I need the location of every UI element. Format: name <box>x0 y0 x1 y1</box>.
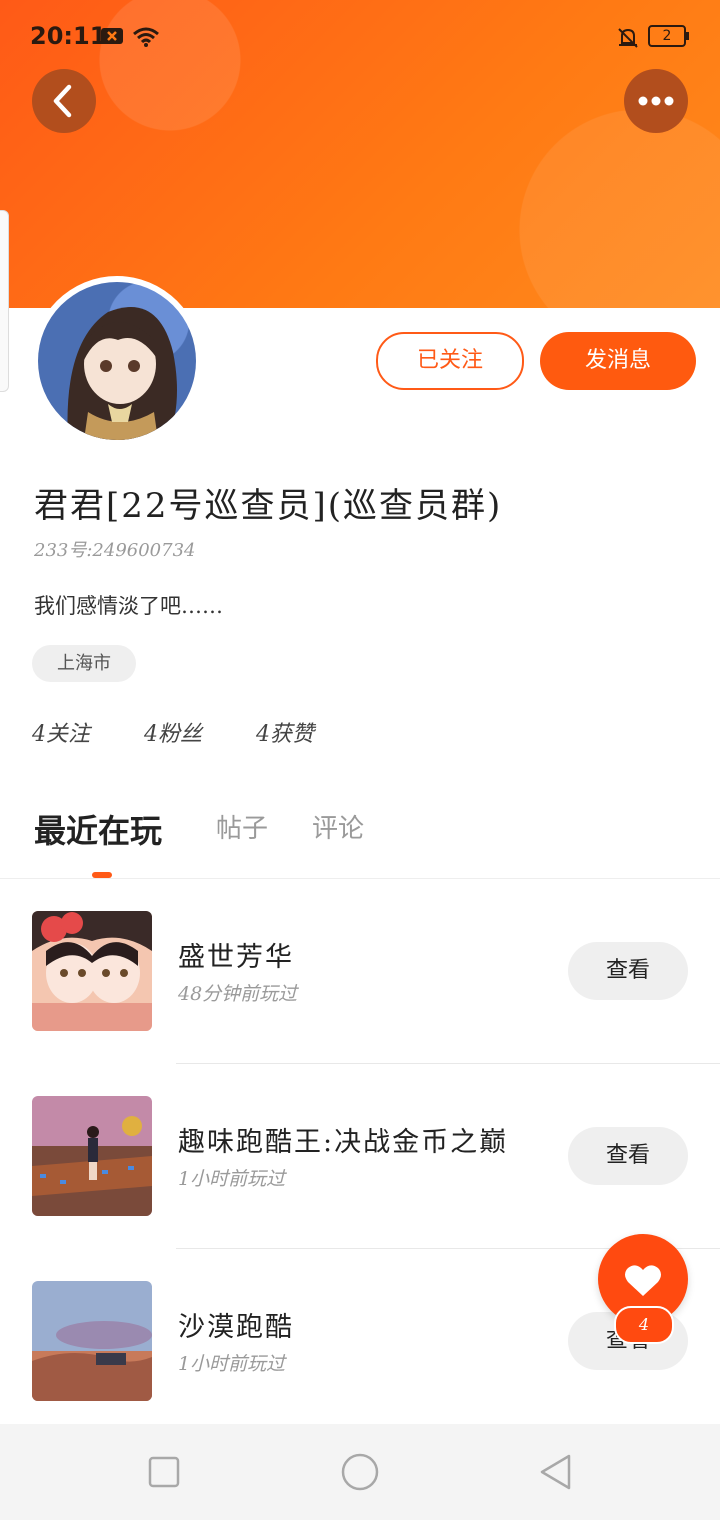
tab-comments[interactable]: 评论 <box>312 808 364 845</box>
chevron-left-icon <box>53 84 72 118</box>
back-triangle-icon[interactable] <box>536 1452 576 1492</box>
more-dots-icon <box>638 96 674 106</box>
more-options-button[interactable] <box>624 69 688 133</box>
system-nav-bar <box>0 1424 720 1520</box>
game-last-played: 1小时前玩过 <box>178 1353 286 1375</box>
stat-followers[interactable]: 4粉丝 <box>144 716 202 748</box>
game-thumbnail <box>32 911 152 1031</box>
row-divider <box>176 1063 720 1064</box>
avatar[interactable] <box>32 276 202 446</box>
game-thumbnail <box>32 1281 152 1401</box>
close-box-icon <box>100 26 124 51</box>
battery-tip <box>686 32 689 40</box>
avatar-image <box>38 282 196 440</box>
list-item[interactable]: 盛世芳华 48分钟前玩过 查看 <box>0 911 720 1096</box>
game-thumbnail <box>32 1096 152 1216</box>
location-tag: 上海市 <box>32 645 136 682</box>
tab-recently-played[interactable]: 最近在玩 <box>34 806 162 852</box>
game-last-played: 1小时前玩过 <box>178 1168 286 1190</box>
home-circle-icon[interactable] <box>340 1452 380 1492</box>
tab-posts[interactable]: 帖子 <box>216 808 268 845</box>
like-count-badge: 4 <box>614 1306 674 1344</box>
view-game-button[interactable]: 查看 <box>568 942 688 1000</box>
back-button[interactable] <box>32 69 96 133</box>
bell-off-icon <box>616 26 640 55</box>
wifi-icon <box>132 26 160 53</box>
view-game-button[interactable]: 查看 <box>568 1127 688 1185</box>
send-message-button[interactable]: 发消息 <box>540 332 696 390</box>
profile-bio: 我们感情淡了吧…… <box>34 594 223 618</box>
stat-following[interactable]: 4关注 <box>32 716 90 748</box>
profile-id: 233号:249600734 <box>34 540 196 561</box>
side-drawer-handle[interactable] <box>0 210 9 392</box>
followed-button[interactable]: 已关注 <box>376 332 524 390</box>
game-title: 沙漠跑酷 <box>178 1312 294 1343</box>
game-title: 趣味跑酷王:决战金币之巅 <box>178 1127 509 1158</box>
profile-name: 君君[22号巡查员](巡查员群) <box>34 486 503 526</box>
game-last-played: 48分钟前玩过 <box>178 983 298 1005</box>
tab-divider <box>0 878 720 879</box>
recent-apps-square-icon[interactable] <box>148 1456 180 1488</box>
status-time: 20:11 <box>30 22 107 50</box>
battery-icon: 2 <box>648 25 686 47</box>
game-title: 盛世芳华 <box>178 942 294 973</box>
stat-likes[interactable]: 4获赞 <box>256 716 314 748</box>
status-bar: 20:11 2 <box>0 18 720 58</box>
